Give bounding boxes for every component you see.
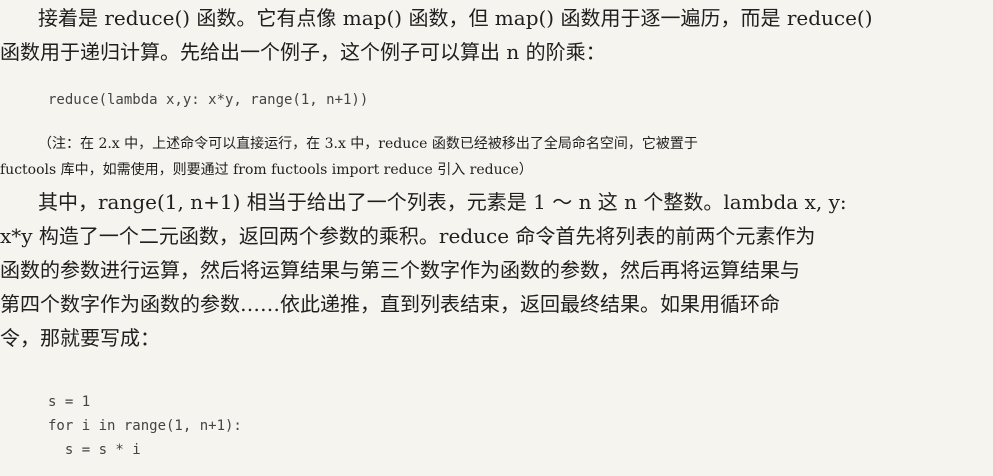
paragraph-2-line-2: x*y 构造了一个二元函数，返回两个参数的乘积。reduce 命令首先将列表的前… bbox=[0, 224, 816, 248]
paragraph-2-line-3: 函数的参数进行运算，然后将运算结果与第三个数字作为函数的参数，然后再将运算结果与 bbox=[0, 258, 800, 282]
paragraph-2-line-1: 其中，range(1, n+1) 相当于给出了一个列表，元素是 1 ～ n 这 … bbox=[38, 190, 847, 214]
paragraph-1-line-1: 接着是 reduce() 函数。它有点像 map() 函数，但 map() 函数… bbox=[38, 6, 873, 30]
paragraph-2-line-4: 第四个数字作为函数的参数……依此递推，直到列表结束，返回最终结果。如果用循环命 bbox=[0, 292, 780, 316]
paragraph-2-line-5: 令，那就要写成： bbox=[0, 326, 160, 350]
code-loop-line-2: for i in range(1, n+1): bbox=[48, 418, 242, 434]
note-line-2: fuctools 库中，如需使用，则要通过 from fuctools impo… bbox=[0, 162, 533, 178]
code-loop-line-1: s = 1 bbox=[48, 394, 91, 410]
note-line-1: （注：在 2.x 中，上述命令可以直接运行，在 3.x 中，reduce 函数已… bbox=[38, 136, 698, 152]
code-loop-line-3: s = s * i bbox=[48, 442, 141, 458]
code-example-reduce: reduce(lambda x,y: x*y, range(1, n+1)) bbox=[48, 92, 369, 108]
paragraph-1-line-2: 函数用于递归计算。先给出一个例子，这个例子可以算出 n 的阶乘： bbox=[0, 40, 606, 64]
document-page: 接着是 reduce() 函数。它有点像 map() 函数，但 map() 函数… bbox=[0, 0, 993, 476]
